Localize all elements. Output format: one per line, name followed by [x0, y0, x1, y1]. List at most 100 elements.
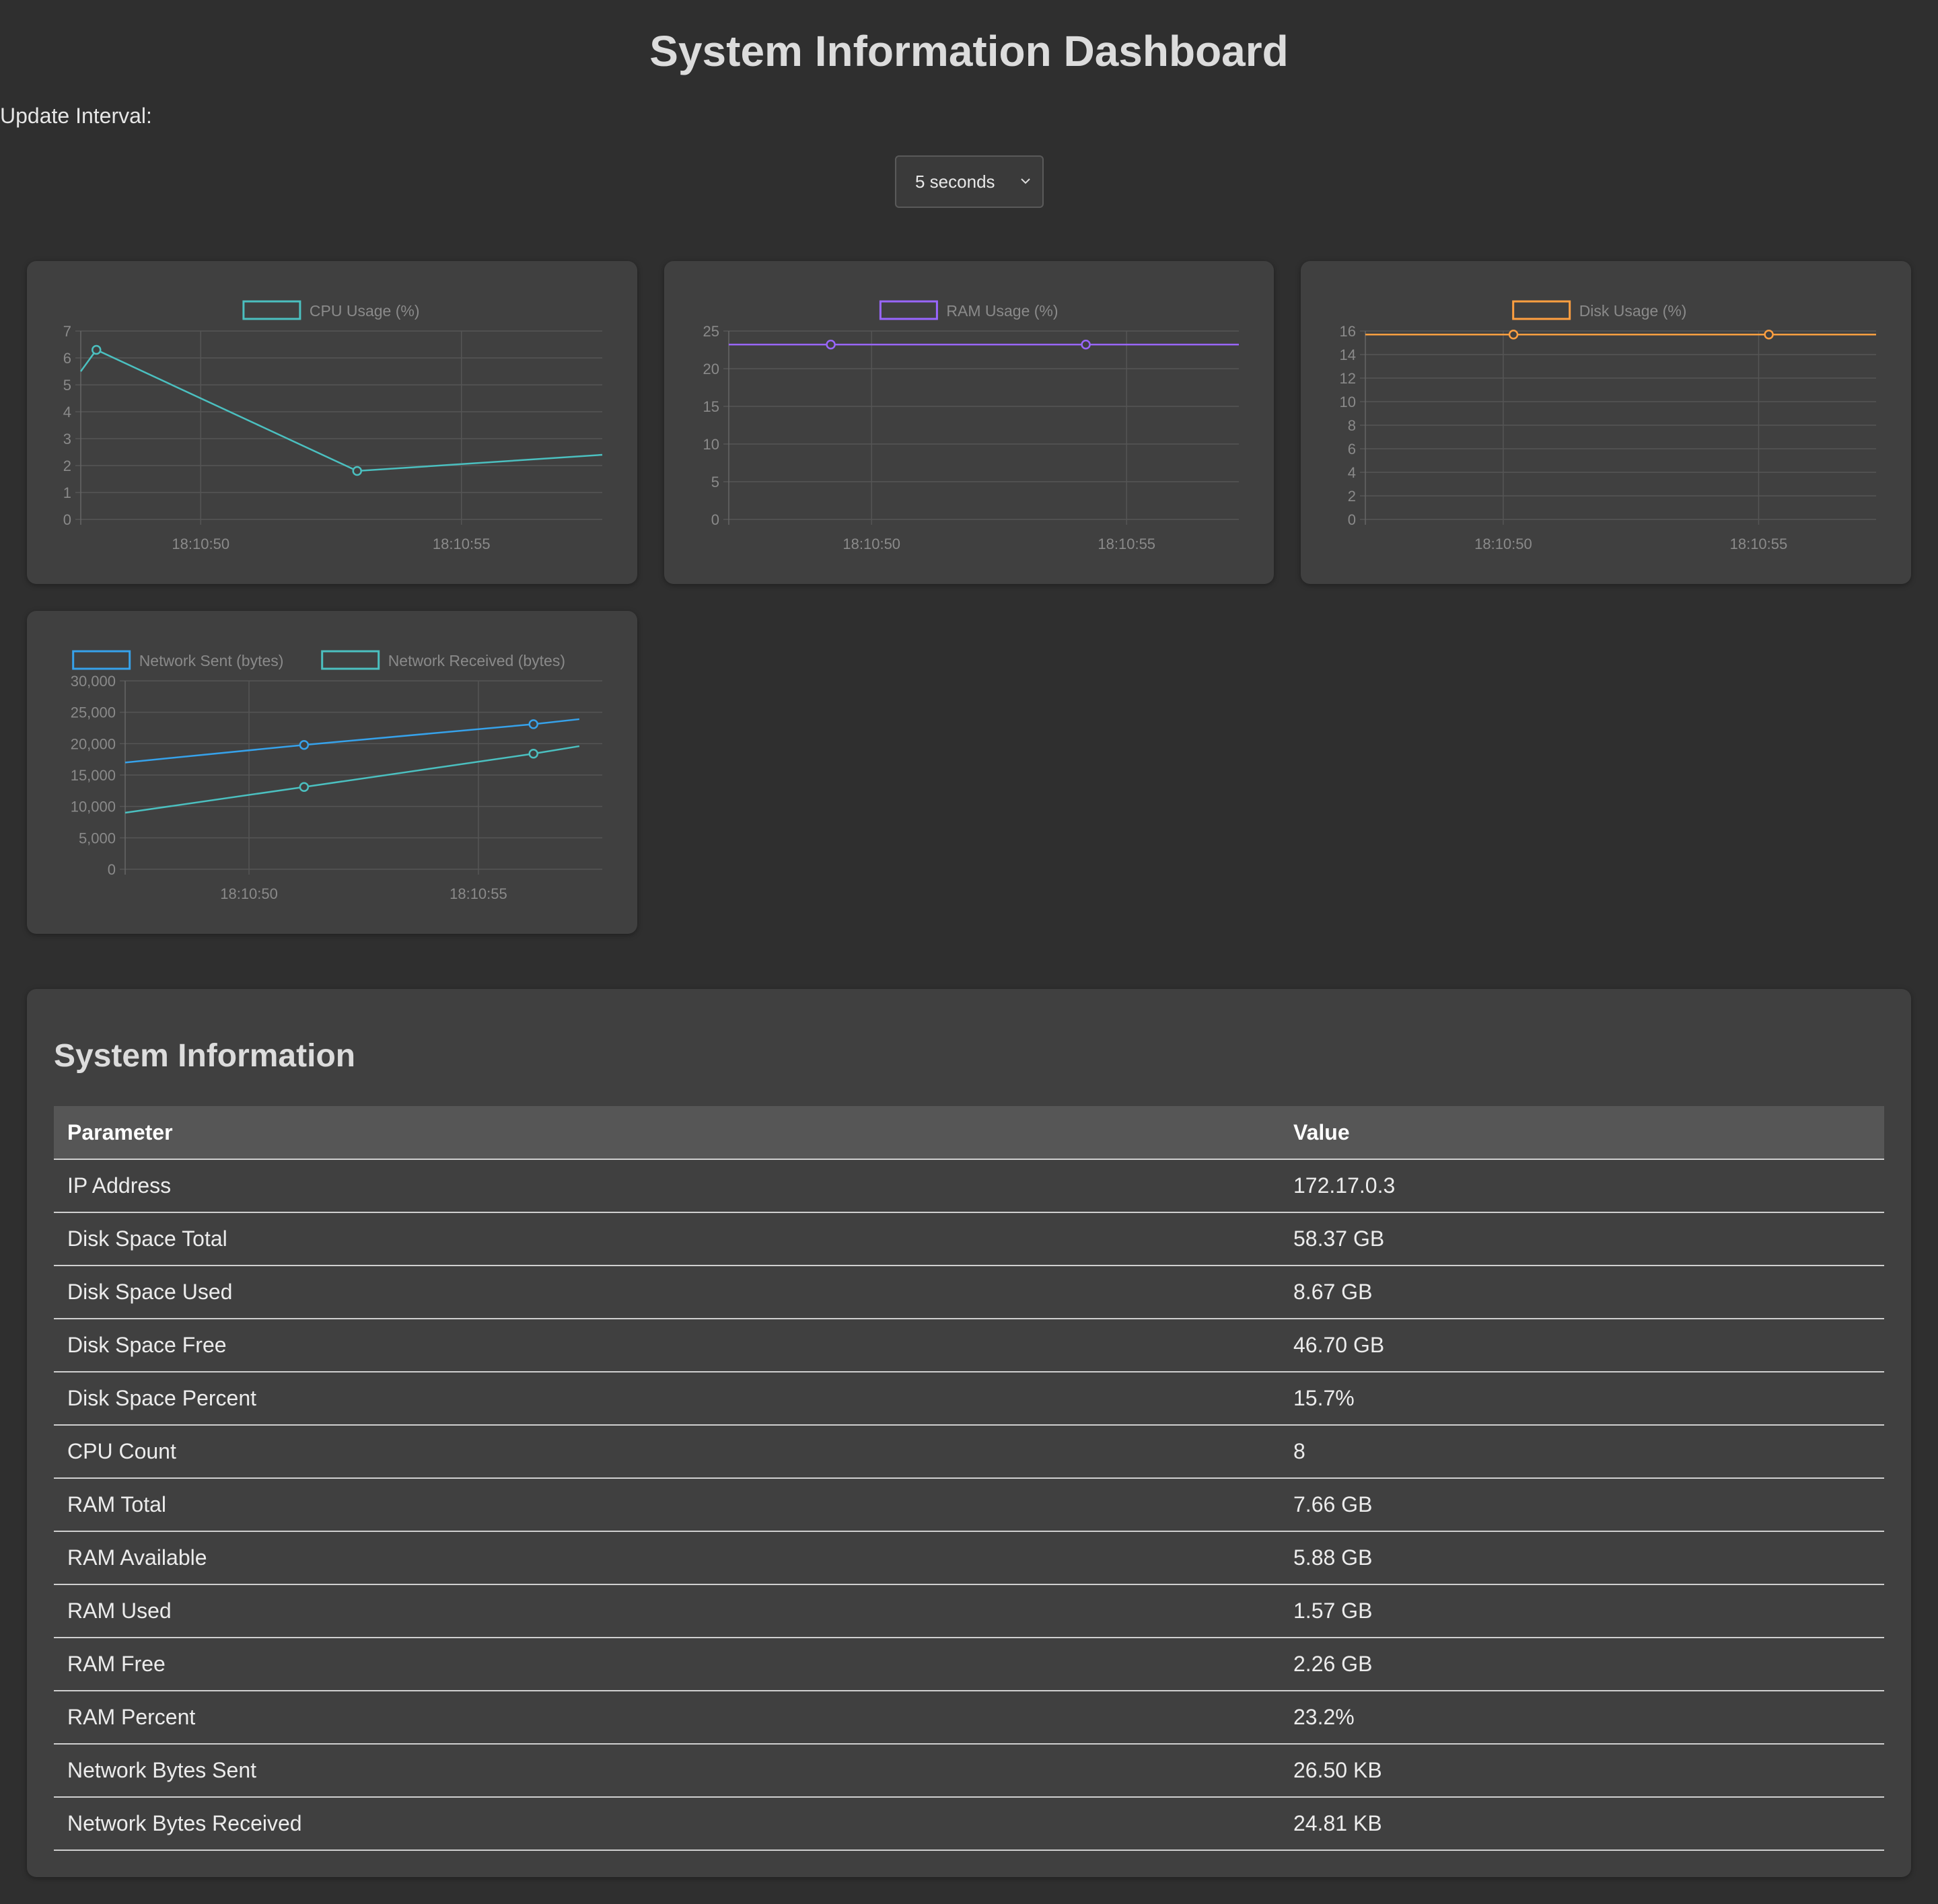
data-point: [352, 466, 362, 476]
y-tick-label: 7: [63, 323, 71, 340]
table-row: CPU Count 8: [54, 1425, 1884, 1479]
x-tick-label: 18:10:50: [1474, 536, 1532, 552]
legend-label: Disk Usage (%): [1579, 302, 1687, 320]
legend-label: Network Sent (bytes): [139, 652, 284, 669]
data-point: [1764, 330, 1774, 340]
data-point: [1508, 330, 1519, 340]
update-interval-value: 5 seconds: [915, 172, 995, 192]
data-point: [826, 339, 836, 350]
legend-swatch: [879, 300, 938, 320]
y-tick-label: 8: [1348, 417, 1356, 434]
x-tick-label: 18:10:50: [842, 536, 900, 552]
y-tick-label: 6: [1348, 441, 1356, 457]
parameter-cell: Disk Space Free: [54, 1319, 1280, 1372]
y-tick-label: 20,000: [71, 735, 116, 752]
chart-svg: 0 1 2 3 4 5 6 7 18:10:50 18:10:55 CPU Usage (%): [63, 300, 603, 552]
y-tick-label: 5,000: [79, 830, 116, 846]
system-information-table: Parameter Value IP Address 172.17.0.3 Disk…: [54, 1106, 1884, 1851]
series-line: [124, 718, 580, 764]
y-tick-label: 10: [1340, 394, 1356, 410]
table-row: RAM Available 5.88 GB: [54, 1531, 1884, 1585]
header-parameter: Parameter: [54, 1106, 1280, 1160]
update-interval-label: Update Interval:: [0, 104, 152, 128]
disk-usage-chart-card: 0 2 4 6 8 10 12 14 16 18:10:50 18:10:55 Disk Usage …: [1301, 261, 1911, 584]
system-information-title: System Information: [54, 1038, 356, 1074]
table-row: RAM Used 1.57 GB: [54, 1584, 1884, 1638]
y-tick-label: 2: [1348, 488, 1356, 505]
parameter-cell: Network Bytes Received: [54, 1797, 1280, 1851]
cpu-usage-chart-card: 0 1 2 3 4 5 6 7 18:10:50 18:10:55 CPU Usage (%): [27, 261, 637, 584]
data-point: [528, 749, 538, 759]
y-tick-label: 0: [1348, 511, 1356, 528]
legend-label: CPU Usage (%): [310, 302, 420, 320]
table-row: Disk Space Total 58.37 GB: [54, 1212, 1884, 1266]
y-tick-label: 6: [63, 350, 71, 367]
value-cell: 7.66 GB: [1280, 1478, 1884, 1532]
value-cell: 15.7%: [1280, 1372, 1884, 1426]
parameter-cell: CPU Count: [54, 1425, 1280, 1479]
system-information-card: System Information Parameter Value IP Ad…: [27, 989, 1911, 1877]
parameter-cell: RAM Available: [54, 1531, 1280, 1585]
y-tick-label: 0: [711, 511, 719, 528]
table-row: Disk Space Percent 15.7%: [54, 1372, 1884, 1426]
page-title: System Information Dashboard: [649, 27, 1289, 75]
x-tick-label: 18:10:55: [450, 885, 507, 902]
legend-label: Network Received (bytes): [388, 652, 565, 669]
chevron-down-icon: [1021, 178, 1030, 184]
table-header-row: Parameter Value: [54, 1106, 1884, 1160]
parameter-cell: Disk Space Used: [54, 1266, 1280, 1319]
value-cell: 172.17.0.3: [1280, 1159, 1884, 1213]
data-point: [1081, 339, 1091, 350]
y-tick-label: 14: [1340, 346, 1356, 363]
table-row: RAM Percent 23.2%: [54, 1691, 1884, 1745]
y-tick-label: 25,000: [71, 704, 116, 721]
data-point: [92, 344, 102, 355]
y-tick-label: 10,000: [71, 799, 116, 815]
value-cell: 23.2%: [1280, 1691, 1884, 1745]
x-tick-label: 18:10:50: [172, 536, 229, 552]
legend-swatch: [1512, 300, 1571, 320]
table-row: Network Bytes Sent 26.50 KB: [54, 1744, 1884, 1798]
update-interval-select[interactable]: 5 seconds: [895, 155, 1044, 208]
y-tick-label: 20: [703, 361, 719, 377]
y-tick-label: 4: [63, 404, 71, 420]
network-usage-chart-card: 0 5,000 10,000 15,000 20,000 25,000 30,000 18:1…: [27, 611, 637, 934]
y-tick-label: 0: [108, 861, 116, 878]
value-cell: 5.88 GB: [1280, 1531, 1884, 1585]
table-row: IP Address 172.17.0.3: [54, 1159, 1884, 1213]
data-point: [528, 719, 538, 729]
value-cell: 58.37 GB: [1280, 1212, 1884, 1266]
table-row: Disk Space Free 46.70 GB: [54, 1319, 1884, 1372]
chart-svg: 0 5 10 15 20 25 18:10:50 18:10:55 RAM Usage (%): [703, 300, 1239, 552]
y-tick-label: 3: [63, 431, 71, 447]
value-cell: 8: [1280, 1425, 1884, 1479]
y-tick-label: 16: [1340, 323, 1356, 340]
ram-usage-chart-card: 0 5 10 15 20 25 18:10:50 18:10:55 RAM Usage (%): [664, 261, 1274, 584]
legend-label: RAM Usage (%): [946, 302, 1058, 320]
chart-svg: 0 5,000 10,000 15,000 20,000 25,000 30,000 18:1…: [71, 650, 602, 902]
data-point: [299, 739, 310, 750]
legend-swatch: [242, 300, 301, 320]
parameter-cell: Disk Space Total: [54, 1212, 1280, 1266]
parameter-cell: RAM Used: [54, 1584, 1280, 1638]
y-tick-label: 25: [703, 323, 719, 340]
series-line: [79, 349, 603, 472]
parameter-cell: RAM Total: [54, 1478, 1280, 1532]
x-tick-label: 18:10:50: [220, 885, 278, 902]
value-cell: 46.70 GB: [1280, 1319, 1884, 1372]
y-tick-label: 5: [63, 377, 71, 394]
y-tick-label: 2: [63, 457, 71, 474]
data-point: [299, 782, 310, 792]
header-value: Value: [1280, 1106, 1884, 1160]
y-tick-label: 15: [703, 398, 719, 415]
parameter-cell: RAM Free: [54, 1638, 1280, 1691]
chart-svg: 0 2 4 6 8 10 12 14 16 18:10:50 18:10:55 Disk Usage …: [1340, 300, 1876, 552]
y-tick-label: 15,000: [71, 767, 116, 784]
x-tick-label: 18:10:55: [1730, 536, 1788, 552]
parameter-cell: Disk Space Percent: [54, 1372, 1280, 1426]
value-cell: 26.50 KB: [1280, 1744, 1884, 1798]
y-tick-label: 12: [1340, 370, 1356, 387]
table-row: Network Bytes Received 24.81 KB: [54, 1797, 1884, 1851]
value-cell: 8.67 GB: [1280, 1266, 1884, 1319]
parameter-cell: Network Bytes Sent: [54, 1744, 1280, 1798]
